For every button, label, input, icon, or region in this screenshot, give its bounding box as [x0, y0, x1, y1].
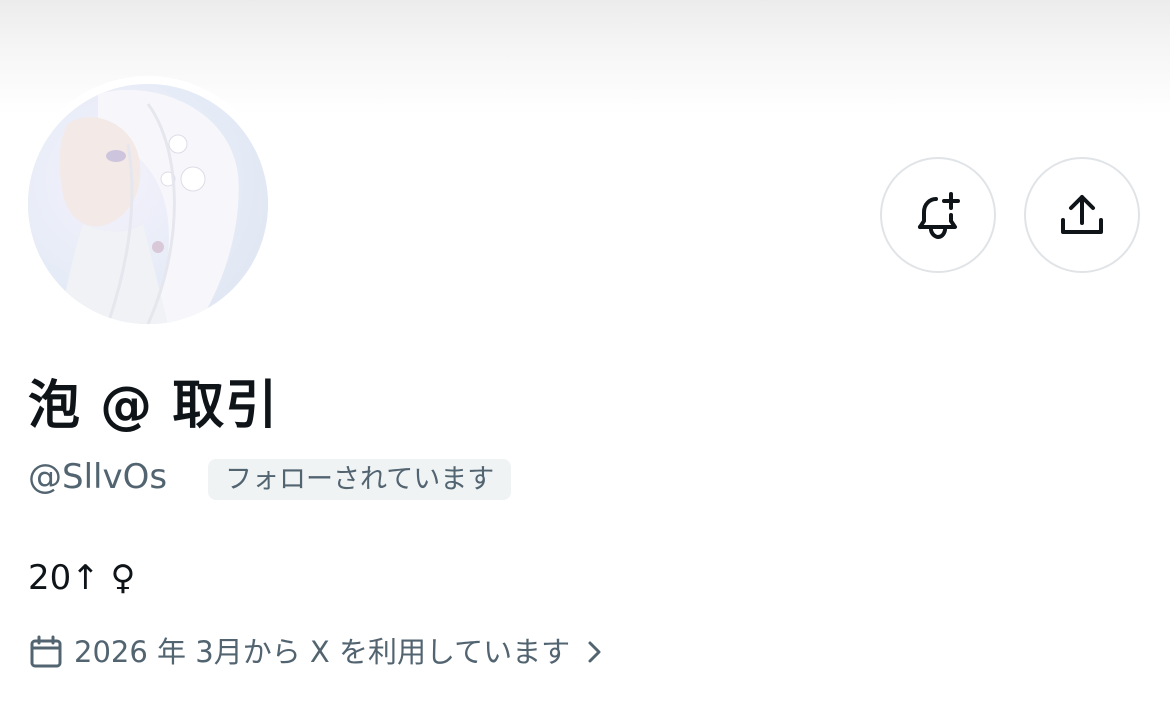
avatar-image — [28, 84, 268, 324]
share-button[interactable] — [1024, 157, 1140, 273]
bio-text: 20↑ ♀ — [28, 558, 136, 598]
follows-you-badge: フォローされています — [208, 459, 512, 500]
notify-button[interactable] — [880, 157, 996, 273]
bell-plus-icon — [918, 192, 960, 240]
display-name: 泡 @ 取引 — [28, 376, 279, 436]
joined-date-text: 2026 年 3月から X を利用しています — [74, 635, 571, 669]
joined-date-link[interactable]: 2026 年 3月から X を利用しています — [28, 632, 604, 672]
share-icon — [1061, 195, 1103, 234]
user-handle: @SllvOs — [28, 457, 168, 497]
chevron-right-icon — [584, 638, 604, 666]
avatar[interactable] — [28, 84, 268, 324]
calendar-icon — [28, 634, 64, 670]
